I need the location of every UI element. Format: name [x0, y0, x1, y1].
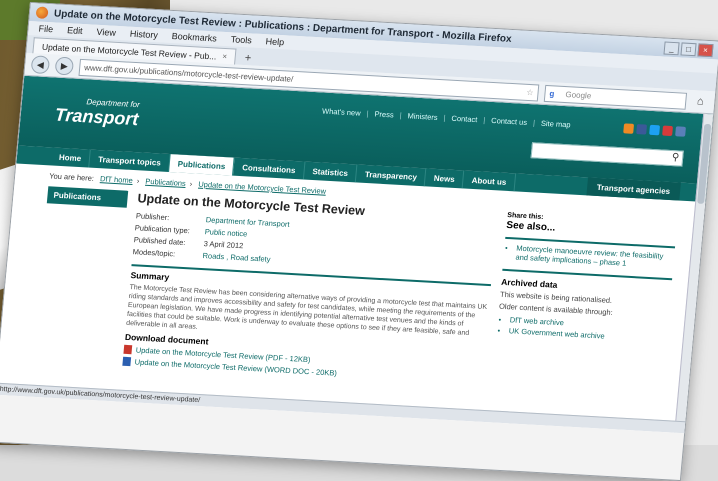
close-button[interactable]: × [697, 42, 714, 57]
minimize-button[interactable]: _ [663, 40, 680, 55]
breadcrumb-current[interactable]: Update on the Motorcycle Test Review [198, 180, 326, 196]
see-also-list: Motorcycle manoeuvre review: the feasibi… [503, 243, 674, 270]
menu-edit[interactable]: Edit [67, 25, 83, 36]
link-whats-new[interactable]: What's new [322, 106, 361, 117]
window-controls: _ □ × [663, 40, 714, 57]
logo-big-text: Transport [53, 104, 140, 130]
meta-key: Publication type: [134, 223, 191, 236]
link-contact-us[interactable]: Contact us [491, 116, 528, 127]
nav-home[interactable]: Home [50, 147, 92, 168]
link-ministers[interactable]: Ministers [407, 111, 438, 122]
word-doc-icon [122, 356, 132, 367]
nav-about-us[interactable]: About us [462, 170, 517, 192]
firefox-icon [35, 6, 49, 20]
left-navigation: Publications [32, 186, 129, 368]
tab-close-icon[interactable]: × [222, 52, 227, 61]
youtube-icon[interactable] [662, 125, 674, 137]
site-search-input[interactable]: ⚲ [530, 142, 684, 167]
main-article: Update on the Motorcycle Test Review Pub… [122, 191, 498, 388]
web-page: Department for Transport What's new | Pre… [0, 75, 714, 434]
home-button[interactable]: ⌂ [692, 93, 709, 110]
see-also-link[interactable]: Motorcycle manoeuvre review: the feasibi… [515, 244, 674, 271]
link-press[interactable]: Press [374, 109, 394, 119]
menu-tools[interactable]: Tools [230, 34, 252, 45]
content-area: Publications Update on the Motorcycle Te… [0, 184, 703, 400]
meta-key: Published date: [133, 235, 186, 248]
menu-help[interactable]: Help [265, 36, 284, 47]
nav-news[interactable]: News [425, 168, 465, 189]
menu-view[interactable]: View [96, 27, 116, 38]
social-icons [623, 123, 686, 137]
nav-statistics[interactable]: Statistics [303, 161, 358, 183]
archived-list: DfT web archive UK Government web archiv… [496, 315, 668, 344]
menu-history[interactable]: History [129, 29, 158, 41]
new-tab-button[interactable]: + [239, 51, 256, 66]
meta-key: Publisher: [135, 211, 170, 223]
link-contact[interactable]: Contact [451, 114, 478, 124]
rss-icon[interactable] [623, 123, 635, 134]
bookmark-star-icon[interactable]: ☆ [522, 84, 539, 100]
meta-key: Modes/topic: [132, 247, 176, 259]
breadcrumb-dft-home[interactable]: DfT home [100, 174, 134, 185]
utility-links: What's new | Press | Ministers | Contact | C… [321, 106, 571, 130]
leftnav-publications[interactable]: Publications [46, 186, 129, 208]
nav-publications[interactable]: Publications [168, 154, 236, 176]
twitter-icon[interactable] [649, 124, 661, 136]
flickr-icon[interactable] [675, 126, 686, 137]
pdf-icon [123, 344, 133, 355]
browser-window: Update on the Motorcycle Test Review : P… [0, 2, 718, 481]
right-sidebar: Share this: See also... Motorcycle manoe… [491, 212, 677, 399]
maximize-button[interactable]: □ [680, 41, 697, 56]
search-icon[interactable]: ⚲ [671, 151, 680, 165]
back-button[interactable]: ◀ [30, 55, 51, 75]
dft-logo[interactable]: Department for Transport [54, 96, 140, 131]
menu-file[interactable]: File [38, 24, 53, 35]
menu-bookmarks[interactable]: Bookmarks [171, 31, 217, 43]
link-site-map[interactable]: Site map [541, 119, 571, 130]
forward-button[interactable]: ▶ [54, 56, 75, 76]
facebook-icon[interactable] [636, 124, 648, 135]
breadcrumb-publications[interactable]: Publications [145, 177, 186, 188]
breadcrumb-prefix: You are here: [48, 171, 95, 183]
